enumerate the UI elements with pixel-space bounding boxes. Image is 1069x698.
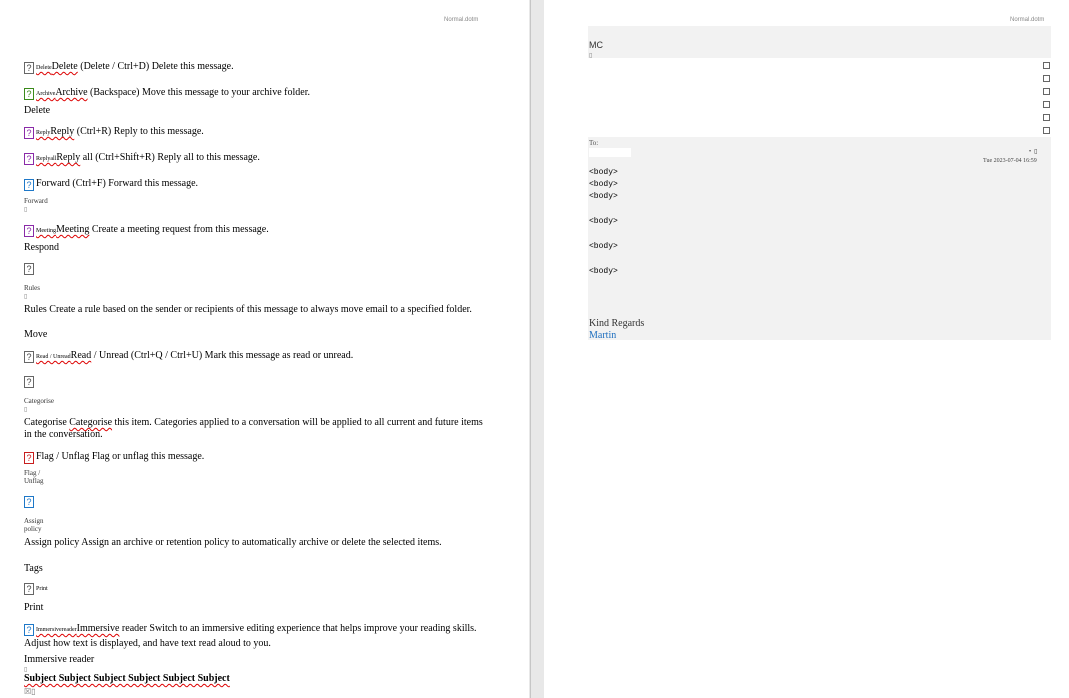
body-tag: <body>	[589, 242, 618, 251]
flag-icon[interactable]: ?	[24, 452, 34, 464]
reply-all-description: all (Ctrl+Shift+R) Reply all to this mes…	[80, 152, 260, 163]
read-unread-command-line: ? Read / UnreadRead / Unread (Ctrl+Q / Ct…	[24, 350, 353, 363]
sender-initials: MC	[589, 40, 603, 50]
reply-all-label: Reply	[56, 152, 81, 163]
rules-description: Rules Create a rule based on the sender …	[24, 304, 472, 315]
reply-small-label: Reply	[36, 130, 51, 136]
assign-policy-description: Assign policy Assign an archive or reten…	[24, 537, 442, 548]
immersive-reader-icon[interactable]: ?	[24, 624, 34, 636]
group-label-print: Print	[24, 602, 44, 613]
delete-command-line: ? DeleteDelete (Delete / Ctrl+D) Delete t…	[24, 61, 234, 74]
delete-label: Delete	[51, 61, 78, 72]
checkbox-icon[interactable]	[1043, 114, 1050, 121]
reply-label: Reply	[50, 126, 75, 137]
body-tag: <body>	[589, 192, 618, 201]
forward-label: Forward	[24, 197, 48, 205]
sender-header-band	[588, 26, 1051, 58]
categorise-icon[interactable]: ?	[24, 376, 34, 388]
message-date: Tue 2023-07-04 16:59	[983, 158, 1037, 164]
meeting-label: Meeting	[56, 224, 90, 235]
closing-text: Kind Regards	[589, 318, 645, 329]
immersive-reader-command-line: ? ImmersivereaderImmersive reader Switch …	[24, 621, 489, 651]
paragraph-mark: ▯	[24, 207, 28, 213]
bullet-icon: • ▯	[1029, 149, 1038, 155]
meeting-description: Create a meeting request from this messa…	[89, 224, 269, 235]
body-tag: <body>	[589, 267, 618, 276]
signature-name: Martin	[589, 330, 617, 341]
forward-icon[interactable]: ?	[24, 179, 34, 191]
flag-description: Flag / Unflag Flag or unflag this messag…	[36, 451, 205, 462]
to-recipient-field[interactable]	[589, 148, 631, 157]
flag-command-line: ? Flag / Unflag Flag or unflag this messa…	[24, 451, 204, 464]
assign-policy-label: Assign policy	[24, 517, 44, 533]
read-unread-icon[interactable]: ?	[24, 351, 34, 363]
print-icon[interactable]: ?	[24, 583, 34, 595]
archive-small-label: Archive	[36, 91, 56, 97]
meeting-command-line: ? MeetingMeeting Create a meeting request…	[24, 224, 269, 237]
forward-command-line: ? Forward (Ctrl+F) Forward this message.	[24, 178, 198, 191]
reply-all-icon[interactable]: ?	[24, 153, 34, 165]
right-document-page: Normal.dotm MC ▯ To: • ▯ Tue 2023-07-04 …	[544, 0, 1069, 698]
checkbox-mark: ☒▯	[24, 687, 36, 696]
rules-icon-line: ?	[24, 262, 36, 275]
reply-icon[interactable]: ?	[24, 127, 34, 139]
reply-command-line: ? ReplyReply (Ctrl+R) Reply to this messa…	[24, 126, 204, 139]
archive-description: (Backspace) Move this message to your ar…	[87, 87, 310, 98]
assign-policy-icon-line: ?	[24, 495, 36, 508]
to-label: To:	[589, 139, 599, 147]
group-label-immersive-reader: Immersive reader	[24, 654, 95, 665]
delete-icon[interactable]: ?	[24, 62, 34, 74]
immersive-reader-small-label: Immersivereader	[36, 627, 77, 633]
archive-command-line: ? ArchiveArchive (Backspace) Move this me…	[24, 87, 310, 100]
body-tag: <body>	[589, 168, 618, 177]
delete-small-label: Delete	[36, 65, 52, 71]
subject-line: Subject Subject Subject Subject Subject …	[24, 673, 230, 684]
body-tag: <body>	[589, 217, 618, 226]
reply-all-command-line: ? ReplyallReply all (Ctrl+Shift+R) Reply …	[24, 152, 260, 165]
checkbox-icon[interactable]	[1043, 75, 1050, 82]
read-label: Read	[70, 350, 92, 361]
template-name-header: Normal.dotm	[444, 17, 479, 23]
group-label-delete: Delete	[24, 105, 51, 116]
paragraph-mark: ▯	[589, 53, 593, 59]
paragraph-mark: ▯	[24, 294, 28, 300]
message-body-band	[588, 137, 1051, 340]
left-document-page: Normal.dotm ? DeleteDelete (Delete / Ctrl…	[0, 0, 529, 698]
paragraph-mark: ▯	[24, 667, 28, 673]
categorise-description: Categorise Categorise this item. Categor…	[24, 417, 489, 441]
meeting-icon[interactable]: ?	[24, 225, 34, 237]
body-tag: <body>	[589, 180, 618, 189]
categorise-prefix: Categorise	[24, 417, 70, 428]
print-small-label: Print	[36, 586, 48, 592]
group-label-respond: Respond	[24, 242, 59, 253]
archive-icon[interactable]: ?	[24, 88, 34, 100]
categorise-icon-line: ?	[24, 375, 36, 388]
page-gutter	[529, 0, 544, 698]
checkbox-icon[interactable]	[1043, 88, 1050, 95]
archive-label: Archive	[55, 87, 88, 98]
paragraph-mark: ▯	[24, 407, 28, 413]
categorise-link: Categorise	[69, 417, 113, 428]
print-command-line: ? Print	[24, 582, 48, 595]
read-unread-description: / Unread (Ctrl+Q / Ctrl+U) Mark this mes…	[91, 350, 354, 361]
checkbox-icon[interactable]	[1043, 62, 1050, 69]
reply-all-small-label: Replyall	[36, 156, 57, 162]
checkbox-icon[interactable]	[1043, 127, 1050, 134]
immersive-label: Immersive	[76, 623, 120, 634]
meeting-small-label: Meeting	[36, 228, 56, 234]
rules-icon[interactable]: ?	[24, 263, 34, 275]
template-name-header: Normal.dotm	[1010, 17, 1045, 23]
group-label-move: Move	[24, 329, 48, 340]
assign-policy-icon[interactable]: ?	[24, 496, 34, 508]
delete-description: (Delete / Ctrl+D) Delete this message.	[77, 61, 234, 72]
categorise-label: Categorise	[24, 397, 54, 405]
forward-description: Forward (Ctrl+F) Forward this message.	[36, 178, 199, 189]
read-unread-small-label: Read / Unread	[36, 354, 71, 360]
reply-description: (Ctrl+R) Reply to this message.	[74, 126, 204, 137]
group-label-tags: Tags	[24, 563, 43, 574]
checkbox-icon[interactable]	[1043, 101, 1050, 108]
flag-unflag-label: Flag / Unflag	[24, 469, 44, 485]
rules-label: Rules	[24, 284, 40, 292]
